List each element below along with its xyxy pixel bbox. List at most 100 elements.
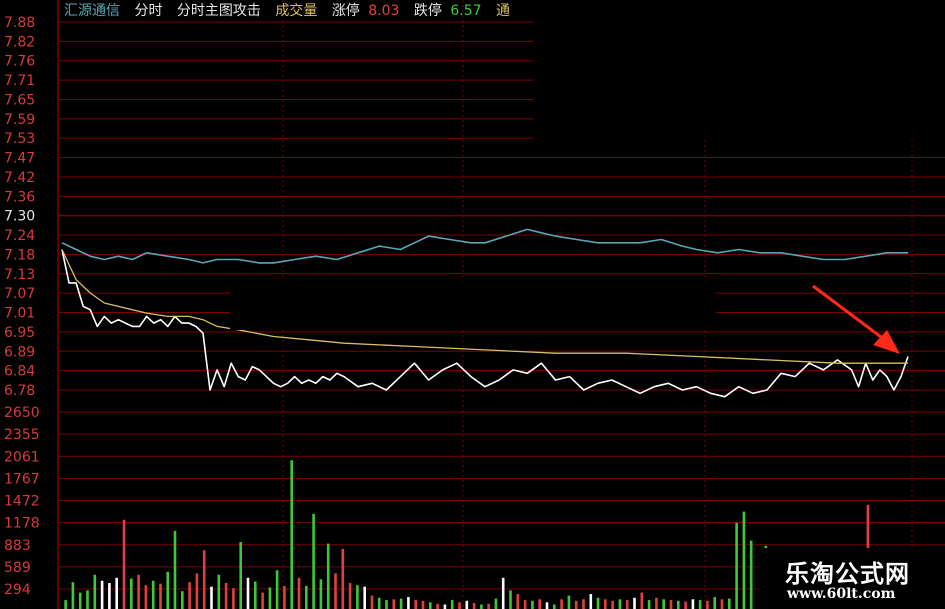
- volume-bar: [465, 600, 469, 609]
- volume-bar: [735, 522, 738, 609]
- volume-bar: [166, 571, 169, 609]
- volume-bar: [217, 574, 221, 609]
- volume-bar: [326, 543, 330, 609]
- volume-bar: [677, 600, 680, 609]
- volume-bar: [713, 597, 716, 609]
- volume-bar: [458, 602, 461, 609]
- stock-name[interactable]: 汇源通信: [64, 3, 120, 19]
- volume-bar: [749, 540, 753, 609]
- volume-bar: [618, 599, 622, 609]
- volume-bar: [509, 590, 512, 609]
- volume-axis-label: 2650: [4, 405, 40, 421]
- price-axis-label: 7.18: [4, 247, 35, 263]
- volume-bar: [523, 600, 527, 609]
- volume-bar: [574, 600, 578, 609]
- volume-bar: [684, 601, 687, 609]
- volume-bar: [100, 580, 104, 609]
- volume-bar: [334, 573, 337, 609]
- mode-label[interactable]: 分时: [134, 3, 162, 19]
- limit-down-label: 跌停: [413, 3, 442, 19]
- volume-bar: [647, 600, 651, 609]
- volume-axis-label: 1767: [4, 471, 40, 487]
- volume-bar: [487, 603, 490, 609]
- volume-bar: [414, 600, 417, 609]
- volume-bar: [137, 574, 140, 609]
- price-axis-label: 6.89: [4, 344, 35, 360]
- chart-header: 汇源通信 分时 分时主图攻击 成交量 涨停 8.03 跌停 6.57 通: [64, 1, 520, 21]
- redacted-area-middle: [230, 281, 716, 330]
- volume-axis-label: 294: [4, 582, 31, 598]
- price-axis-label: 7.07: [4, 286, 35, 302]
- volume-bar: [122, 519, 126, 609]
- price-axis-label: 7.30: [4, 209, 35, 225]
- volume-bar: [188, 582, 191, 609]
- intraday-chart-panel: 7.88 7.82 7.76 7.71 7.65 7.59 7.53 7.47 7.42 7.36…: [0, 0, 945, 609]
- volume-bar: [254, 581, 257, 609]
- volume-bar: [706, 600, 709, 609]
- site-watermark: 乐淘公式网 www.60lt.com: [757, 548, 945, 609]
- volume-axis-label: 1472: [4, 494, 40, 510]
- volume-axis-label: 2355: [4, 427, 40, 443]
- volume-bar: [589, 594, 593, 609]
- truncated-header-label: 通: [495, 3, 510, 19]
- price-axis-label: 7.65: [4, 92, 35, 108]
- limit-down-value: 6.57: [450, 3, 482, 19]
- volume-bar: [239, 542, 242, 609]
- volume-bar: [78, 592, 82, 609]
- volume-bar: [130, 578, 133, 609]
- price-axis-label: 7.76: [4, 54, 35, 70]
- volume-bar: [443, 604, 447, 609]
- volume-bar: [728, 598, 731, 609]
- volume-axis-label: 589: [4, 560, 31, 576]
- volume-bar: [173, 530, 177, 609]
- volume-bar: [567, 595, 571, 609]
- price-axis-label: 7.59: [4, 112, 35, 128]
- watermark-title: 乐淘公式网: [785, 560, 910, 588]
- volume-bar: [611, 600, 614, 609]
- volume-bar: [71, 582, 75, 609]
- volume-bar: [202, 550, 206, 609]
- price-axis-label: 7.24: [4, 228, 35, 244]
- volume-bar: [356, 585, 359, 609]
- volume-bar: [115, 577, 118, 609]
- price-axis-label: 7.13: [4, 267, 35, 283]
- volume-bar: [275, 570, 279, 609]
- indicator-label[interactable]: 分时主图攻击: [177, 3, 261, 19]
- price-axis-label: 7.71: [4, 73, 35, 89]
- volume-bar: [283, 586, 286, 609]
- volume-bar: [538, 599, 541, 609]
- price-axis-label: 6.78: [4, 383, 35, 399]
- price-axis-label: 6.84: [4, 364, 35, 380]
- volume-bar: [319, 579, 323, 609]
- volume-bar: [501, 577, 505, 609]
- volume-bar: [64, 600, 67, 609]
- volume-bar: [604, 599, 607, 609]
- volume-axis-label: 1178: [4, 516, 40, 532]
- volume-bar: [450, 600, 454, 609]
- volume-bar: [516, 594, 520, 609]
- volume-bar: [159, 583, 162, 609]
- volume-bar: [363, 586, 366, 609]
- price-axis-label: 6.95: [4, 325, 35, 341]
- volume-bar: [151, 580, 155, 609]
- volume-bar: [596, 597, 600, 609]
- price-axis-label: 7.42: [4, 170, 35, 186]
- watermark-url: www.60lt.com: [787, 586, 896, 602]
- price-axis-label: 7.53: [4, 131, 35, 147]
- volume-bar: [494, 598, 498, 609]
- volume-bar: [720, 599, 724, 609]
- volume-bar: [742, 511, 746, 609]
- volume-bar: [232, 588, 235, 609]
- volume-bar: [341, 548, 345, 609]
- volume-bar: [531, 600, 534, 609]
- redacted-area-top-right: [533, 0, 945, 140]
- volume-bar: [210, 586, 213, 609]
- volume-bar: [195, 573, 199, 609]
- volume-bar: [261, 592, 264, 609]
- volume-bar: [268, 587, 272, 609]
- volume-bar: [633, 597, 636, 609]
- volume-bar: [691, 599, 695, 609]
- price-axis-label: 7.47: [4, 151, 35, 167]
- volume-bar: [399, 598, 403, 609]
- volume-label: 成交量: [275, 3, 318, 19]
